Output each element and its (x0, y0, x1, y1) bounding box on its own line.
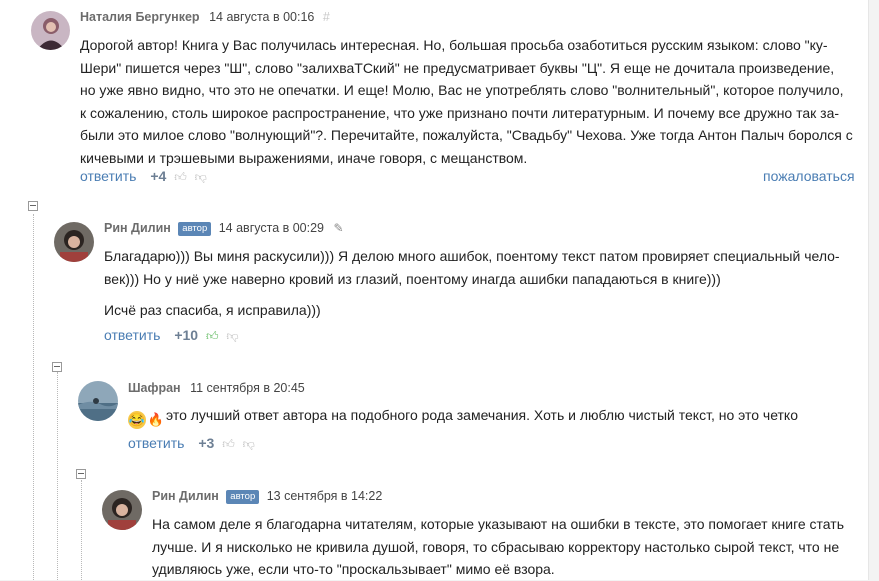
laughing-emoji-icon: 😂 (128, 411, 146, 429)
comment-text-line: Дорогой автор! Книга у Вас получилась ин… (80, 37, 828, 53)
reply-button[interactable]: ответить (128, 435, 184, 451)
thumb-up-icon[interactable]: 👍︎ (222, 437, 235, 452)
thumb-down-icon[interactable]: 👎︎ (226, 329, 238, 344)
comment-text-line: На самом деле я благодарна читателям, ко… (152, 516, 844, 532)
thread-line (81, 480, 82, 580)
thumb-down-icon[interactable]: 👎︎ (195, 170, 207, 185)
comment-text-line: Исчё раз спасиба, я исправила))) (104, 302, 321, 318)
comment-meta: Шафран 11 сентября в 20:45 (128, 381, 305, 395)
thumb-down-icon[interactable]: 👎︎ (243, 437, 255, 452)
comment-text: 😂 🔥 это лучший ответ автора на подобного р… (128, 404, 863, 429)
comment-text-line: удивляюсь уже, если что-то "проскальзыва… (152, 561, 555, 577)
comment-text-line: Благадарю))) Вы миня раскусили))) Я дело… (104, 248, 840, 264)
permalink-hash[interactable]: # (323, 10, 330, 24)
avatar[interactable] (78, 381, 118, 421)
author-badge: автор (178, 222, 212, 236)
comment-date[interactable]: 11 сентября в 20:45 (190, 381, 305, 395)
rating-score: +3 (198, 435, 215, 451)
comments-panel: Наталия Бергункер 14 августа в 00:16 # Д… (0, 0, 869, 580)
comment-actions: ответить +10 👍︎ 👎︎ (104, 327, 239, 344)
report-button[interactable]: пожаловаться (763, 168, 855, 184)
comment-actions: ответить +3 👍︎ 👎︎ (128, 435, 255, 452)
comment-author[interactable]: Рин Дилин (152, 489, 219, 503)
reply-button[interactable]: ответить (80, 168, 136, 184)
comment-text: Дорогой автор! Книга у Вас получилась ин… (80, 34, 860, 169)
comment-actions: ответить +4 👍︎ 👎︎ (80, 168, 207, 185)
comment-text-line: но уже явно видно, что это не опечатки. … (80, 82, 844, 98)
author-badge: автор (226, 490, 260, 504)
rating-score: +10 (174, 327, 199, 343)
comment-text: На самом деле я благодарна читателям, ко… (152, 513, 862, 581)
comment-author[interactable]: Наталия Бергункер (80, 10, 200, 24)
fire-emoji-icon: 🔥 (147, 412, 165, 427)
thumb-up-icon[interactable]: 👍︎ (206, 329, 219, 344)
thumb-up-icon[interactable]: 👍︎ (174, 170, 187, 185)
avatar[interactable] (102, 490, 142, 530)
reply-button[interactable]: ответить (104, 327, 160, 343)
collapse-toggle-icon[interactable] (76, 469, 86, 479)
comment-author[interactable]: Рин Дилин (104, 221, 171, 235)
comment-text-line: Шери" пишется через "Ш", слово "залихваТ… (80, 59, 835, 76)
comment-author[interactable]: Шафран (128, 381, 181, 395)
avatar[interactable] (31, 11, 70, 50)
comment-date[interactable]: 14 августа в 00:16 (209, 10, 314, 24)
comment-text-line: были это милое слово "волнующий"?. Переч… (80, 127, 853, 143)
comment-text: Благадарю))) Вы миня раскусили))) Я дело… (104, 245, 864, 322)
thread-line (33, 214, 34, 580)
comment-date[interactable]: 14 августа в 00:29 (219, 221, 324, 235)
comment-meta: Наталия Бергункер 14 августа в 00:16 # (80, 10, 330, 24)
rating-score: +4 (150, 168, 167, 184)
comment-meta: Рин Дилин автор 14 августа в 00:29 ✎ (104, 221, 344, 236)
avatar[interactable] (54, 222, 94, 262)
comment-meta: Рин Дилин автор 13 сентября в 14:22 (152, 489, 382, 504)
comment-text-line: это лучший ответ автора на подобного род… (166, 407, 799, 423)
collapse-toggle-icon[interactable] (52, 362, 62, 372)
collapse-toggle-icon[interactable] (28, 201, 38, 211)
comment-text-line: к сожалению, столь широкое распространен… (80, 104, 840, 121)
comment-date[interactable]: 13 сентября в 14:22 (267, 489, 383, 503)
thread-line (57, 372, 58, 580)
comment-text-line: век))) Но у ниё уже наверно кровий из гл… (104, 270, 721, 287)
comment-text-line: кичевыми и трэшевыми выражениями, иначе … (80, 149, 528, 166)
pencil-icon[interactable]: ✎ (334, 221, 344, 235)
comment-text-line: лучше. И я нисколько не кривила душой, г… (152, 538, 840, 555)
